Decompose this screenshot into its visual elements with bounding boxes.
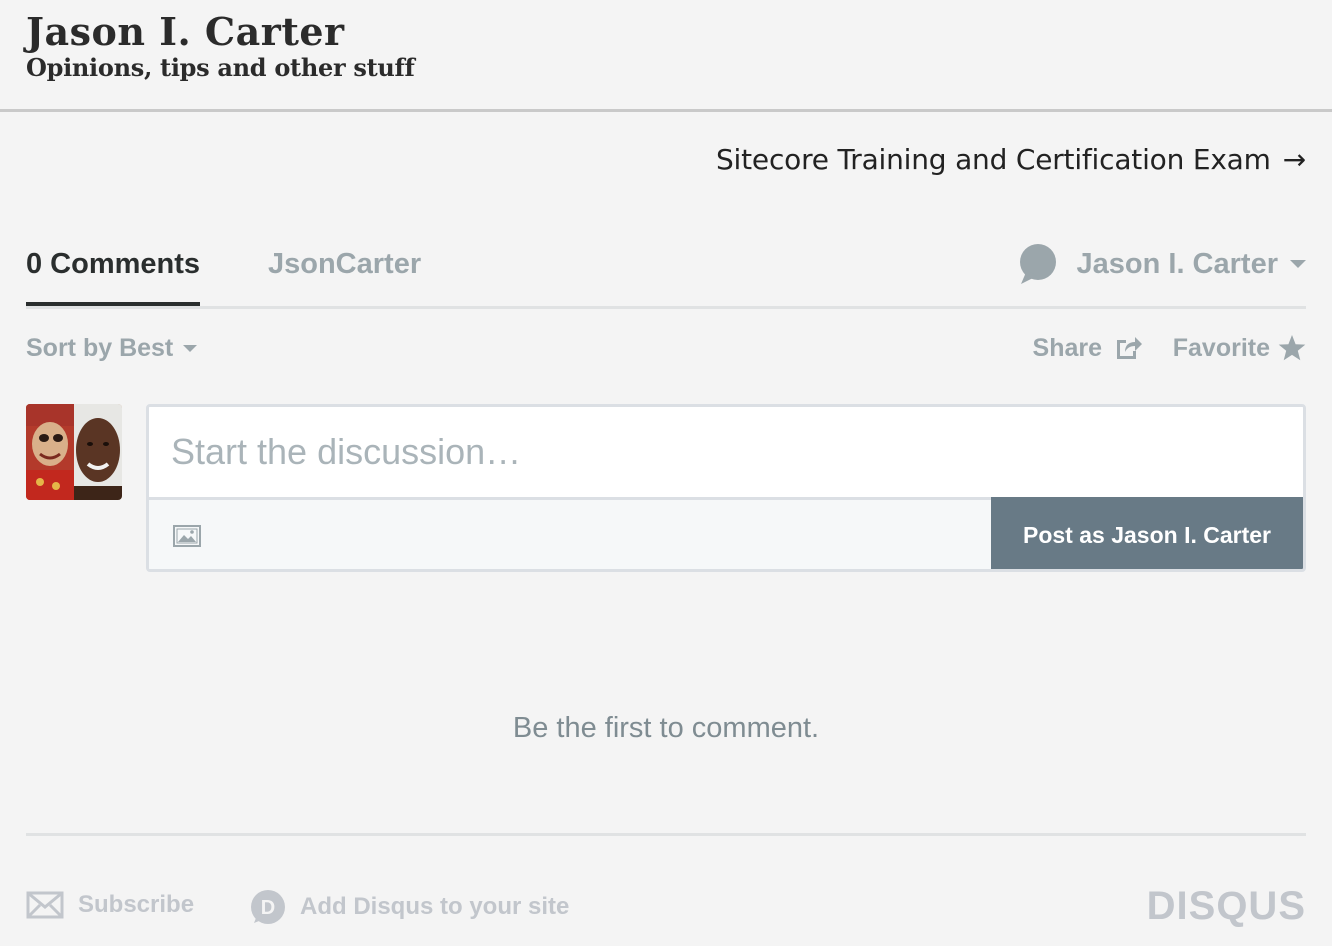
site-header: Jason I. Carter Opinions, tips and other…: [0, 0, 1332, 112]
svg-text:D: D: [261, 897, 275, 919]
disqus-logo[interactable]: DISQUS: [1147, 884, 1306, 928]
disqus-nav-bar: 0 Comments JsonCarter Jason I. Carter: [26, 230, 1306, 309]
image-icon[interactable]: [173, 525, 201, 547]
sort-label: Sort by Best: [26, 334, 174, 362]
tab-comments[interactable]: 0 Comments: [26, 246, 201, 306]
user-menu-name: Jason I. Carter: [1076, 248, 1278, 280]
disqus-footer: Subscribe D Add Disqus to your site DISQ…: [26, 833, 1306, 946]
sort-dropdown[interactable]: Sort by Best: [26, 332, 198, 364]
avatar-image: [26, 404, 122, 500]
tab-community[interactable]: JsonCarter: [268, 246, 421, 282]
site-title[interactable]: Jason I. Carter: [26, 8, 345, 56]
avatar[interactable]: [26, 404, 122, 500]
favorite-button[interactable]: Favorite: [1173, 332, 1306, 364]
next-post-link[interactable]: Sitecore Training and Certification Exam…: [716, 141, 1306, 179]
editor-toolbar: Post as Jason I. Carter: [149, 497, 1303, 569]
empty-comments-message: Be the first to comment.: [512, 712, 820, 744]
share-button[interactable]: Share: [1033, 332, 1142, 364]
user-menu[interactable]: Jason I. Carter: [1019, 244, 1306, 284]
disqus-sub-bar: Sort by Best Share Favorite: [26, 309, 1306, 389]
site-tagline: Opinions, tips and other stuff: [26, 53, 415, 82]
chevron-down-icon: [183, 344, 198, 352]
chat-bubble-icon: [1019, 244, 1056, 284]
share-icon: [1117, 337, 1142, 359]
share-label: Share: [1032, 334, 1102, 362]
envelope-icon: [26, 891, 64, 919]
favorite-label: Favorite: [1172, 334, 1270, 362]
disqus-d-icon: D: [251, 890, 285, 924]
comment-editor: Start the discussion… Post as Jason I. C…: [146, 404, 1306, 572]
add-disqus-label: Add Disqus to your site: [300, 893, 570, 920]
star-icon: [1278, 335, 1306, 361]
next-post-label: Sitecore Training and Certification Exam: [715, 143, 1271, 176]
subscribe-link[interactable]: Subscribe: [26, 889, 194, 921]
disqus-thread: 0 Comments JsonCarter Jason I. Carter So…: [26, 230, 1306, 928]
post-comment-button[interactable]: Post as Jason I. Carter: [991, 497, 1303, 569]
add-disqus-link[interactable]: D Add Disqus to your site: [250, 889, 569, 925]
comment-textarea[interactable]: Start the discussion…: [149, 407, 1303, 497]
chevron-down-icon: [1290, 260, 1306, 268]
subscribe-label: Subscribe: [78, 891, 195, 918]
comment-composer: Start the discussion… Post as Jason I. C…: [26, 404, 1306, 572]
arrow-right-icon: →: [1282, 143, 1306, 176]
